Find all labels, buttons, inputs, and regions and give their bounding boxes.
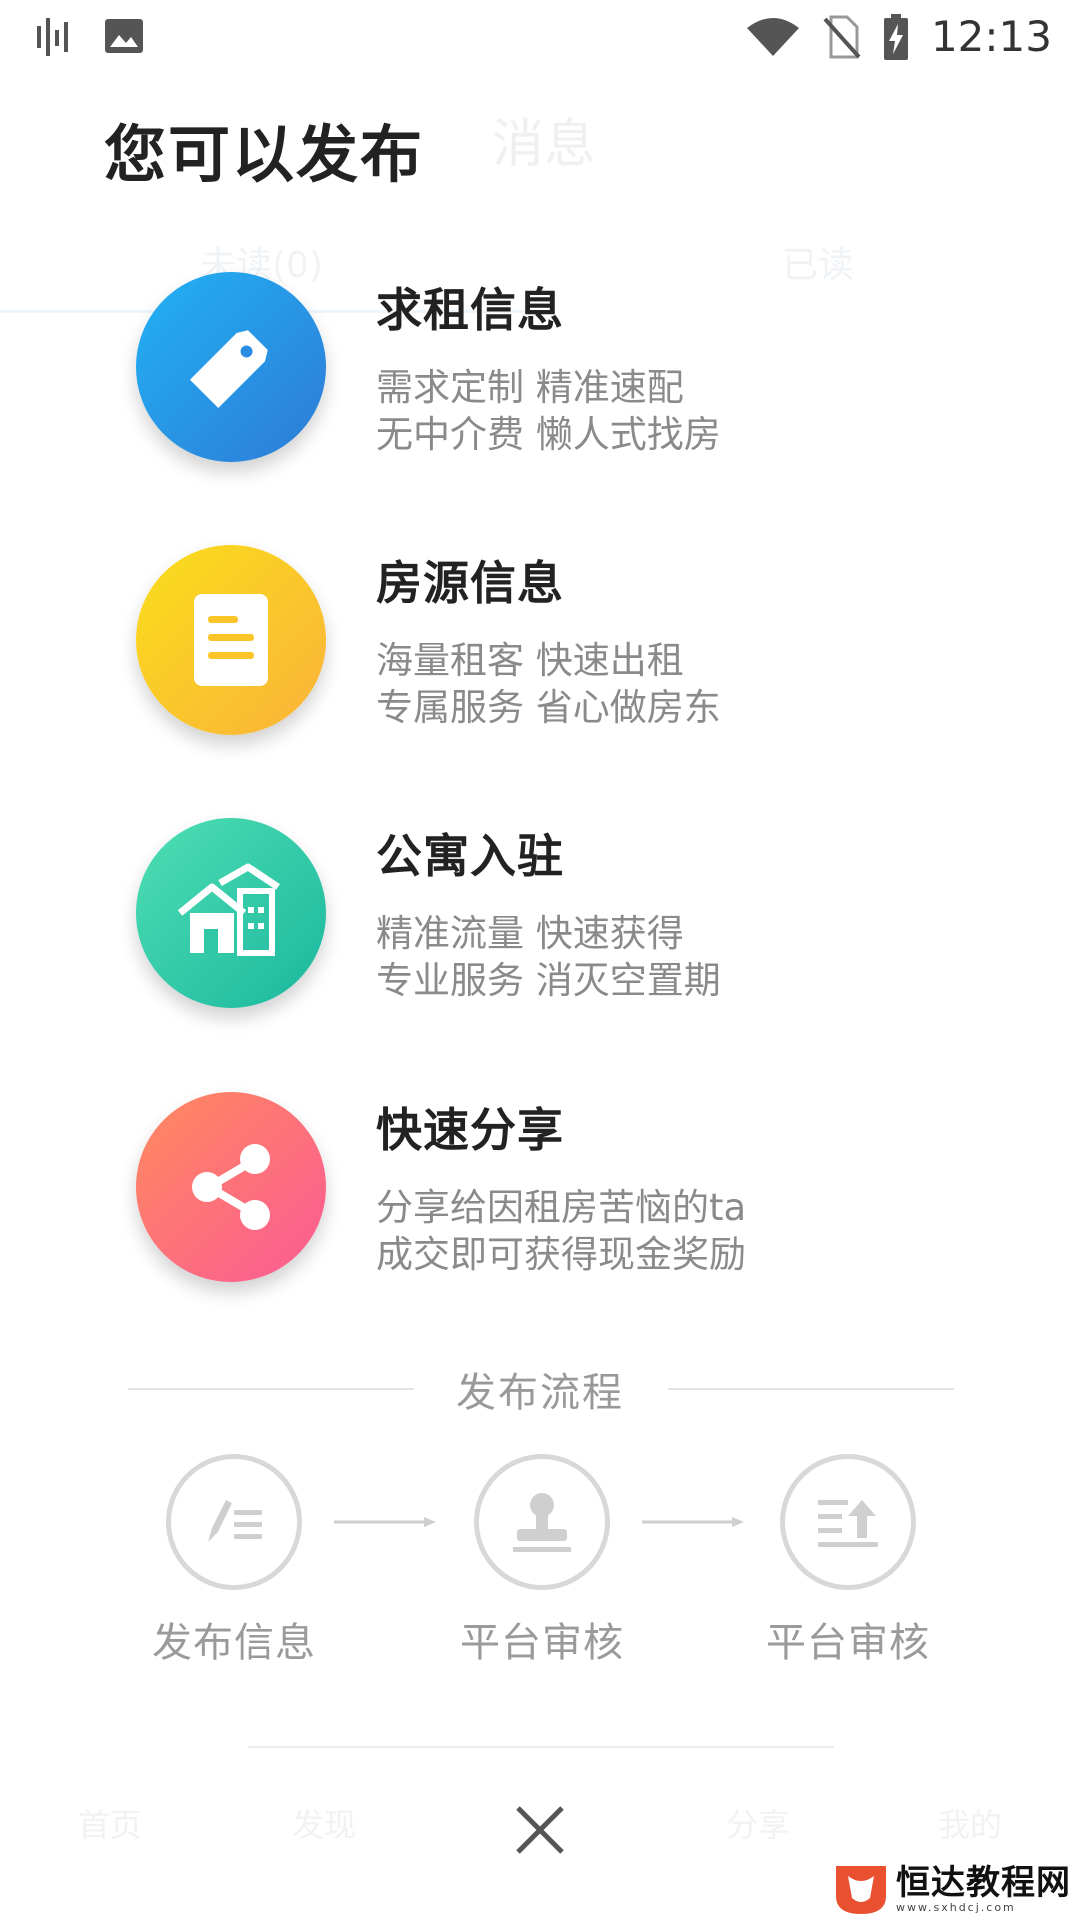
option-quick-share[interactable]: 快速分享 分享给因租房苦恼的ta 成交即可获得现金奖励 (0, 1092, 1080, 1312)
background-nav-mine: 我的 (938, 1806, 1003, 1844)
process-step-publish (166, 1454, 302, 1590)
process-step-release-label: 平台审核 (766, 1620, 930, 1666)
watermark-logo-icon (836, 1866, 886, 1914)
background-nav-home: 首页 (78, 1806, 143, 1844)
stamp-icon (513, 1493, 571, 1552)
signal-bars-icon (37, 18, 68, 56)
option-house-listing-desc: 海量租客 快速出租 专属服务 省心做房东 (376, 637, 721, 731)
document-icon (194, 594, 268, 686)
process-step-release (780, 1454, 916, 1590)
process-step-review-label: 平台审核 (460, 1620, 624, 1666)
apartment-icon (177, 863, 280, 956)
process-arrow-1 (334, 1517, 436, 1527)
option-rent-request[interactable]: 求租信息 需求定制 精准速配 无中介费 懒人式找房 (0, 272, 1080, 492)
option-quick-share-icon-circle (136, 1092, 326, 1282)
option-rent-request-desc-line1: 需求定制 精准速配 (376, 366, 684, 409)
option-house-listing-desc-line1: 海量租客 快速出租 (376, 639, 684, 682)
option-apartment-join-desc: 精准流量 快速获得 专业服务 消灭空置期 (376, 910, 721, 1004)
option-quick-share-desc-line1: 分享给因租房苦恼的ta (376, 1186, 747, 1229)
no-sim-icon (823, 15, 861, 58)
close-icon (516, 1806, 564, 1854)
background-nav-share: 分享 (726, 1806, 791, 1844)
option-apartment-join[interactable]: 公寓入驻 精准流量 快速获得 专业服务 消灭空置期 (0, 818, 1080, 1038)
option-rent-request-desc-line2: 无中介费 懒人式找房 (376, 413, 721, 456)
option-house-listing-desc-line2: 专属服务 省心做房东 (376, 686, 721, 729)
option-apartment-join-desc-line1: 精准流量 快速获得 (376, 912, 684, 955)
upload-list-icon (818, 1500, 878, 1547)
edit-list-icon (208, 1500, 262, 1542)
background-title: 消息 (492, 115, 597, 175)
option-rent-request-desc: 需求定制 精准速配 无中介费 懒人式找房 (376, 364, 721, 458)
background-nav-discover: 发现 (292, 1806, 357, 1844)
watermark-main-text: 恒达教程网 (896, 1863, 1071, 1903)
option-house-listing[interactable]: 房源信息 海量租客 快速出租 专属服务 省心做房东 (0, 545, 1080, 765)
option-apartment-join-icon-circle (136, 818, 326, 1008)
image-icon (105, 19, 143, 53)
close-button[interactable] (500, 1790, 580, 1870)
wifi-icon (746, 17, 799, 56)
option-rent-request-title: 求租信息 (376, 283, 564, 337)
option-apartment-join-title: 公寓入驻 (376, 829, 564, 883)
bottom-divider (248, 1746, 834, 1748)
watermark-sub-text: www.sxhdcj.com (896, 1901, 1016, 1914)
option-house-listing-title: 房源信息 (376, 556, 564, 610)
option-apartment-join-desc-line2: 专业服务 消灭空置期 (376, 959, 721, 1002)
option-rent-request-icon-circle (136, 272, 326, 462)
option-quick-share-desc-line2: 成交即可获得现金奖励 (376, 1233, 746, 1276)
battery-charging-icon (883, 13, 908, 60)
watermark: 恒达教程网 www.sxhdcj.com (832, 1862, 1072, 1916)
status-time: 12:13 (930, 12, 1052, 61)
sheet-title: 您可以发布 (104, 118, 425, 191)
process-title: 发布流程 (456, 1370, 624, 1416)
process-arrow-2 (642, 1517, 744, 1527)
process-step-review (474, 1454, 610, 1590)
share-icon (192, 1144, 270, 1230)
tag-icon (189, 330, 268, 409)
option-quick-share-desc: 分享给因租房苦恼的ta 成交即可获得现金奖励 (376, 1184, 746, 1278)
option-quick-share-title: 快速分享 (376, 1103, 564, 1157)
status-bar: 12:13 (0, 0, 1080, 72)
option-house-listing-icon-circle (136, 545, 326, 735)
process-step-publish-label: 发布信息 (152, 1620, 316, 1666)
